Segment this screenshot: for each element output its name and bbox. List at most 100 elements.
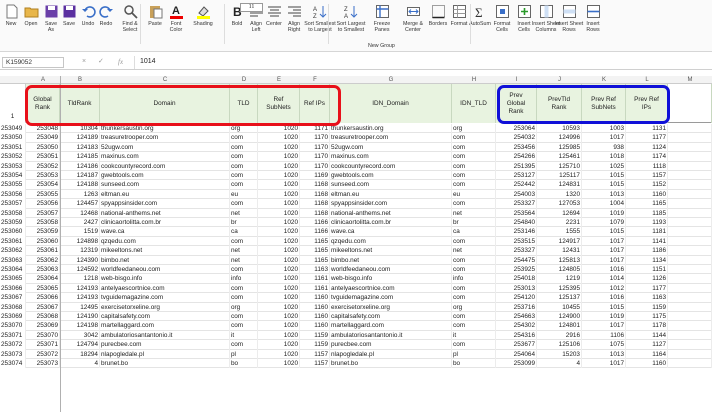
table-cell[interactable]: com — [230, 293, 258, 303]
table-cell[interactable]: 1168 — [300, 199, 330, 209]
table-cell[interactable]: tvguidemagazine.com — [330, 293, 452, 303]
table-cell[interactable]: com — [452, 312, 496, 322]
formula-input[interactable] — [134, 56, 710, 69]
table-cell[interactable]: bo — [452, 359, 496, 369]
open-folder-button[interactable]: Open — [22, 2, 40, 48]
table-cell[interactable]: 1185 — [626, 208, 668, 218]
empty-cell[interactable] — [668, 152, 712, 162]
table-cell[interactable]: 1161 — [300, 283, 330, 294]
row-number[interactable]: 253057 — [0, 199, 26, 209]
row-number[interactable]: 253074 — [0, 359, 26, 369]
table-cell[interactable]: 253146 — [496, 227, 537, 237]
table-cell[interactable]: nlapogledale.pl — [330, 349, 452, 359]
table-cell[interactable]: 124198 — [60, 321, 100, 331]
table-cell[interactable]: 1015 — [582, 171, 626, 181]
table-cell[interactable]: 125710 — [537, 161, 582, 171]
table-cell[interactable]: gwebtools.com — [330, 171, 452, 181]
table-cell[interactable]: exercisetorxeline.org — [330, 302, 452, 312]
table-cell[interactable]: maxinus.com — [100, 152, 230, 162]
table-cell[interactable]: 125813 — [537, 255, 582, 265]
table-cell[interactable]: 1134 — [626, 255, 668, 265]
table-cell[interactable]: net — [230, 246, 258, 256]
table-cell[interactable]: ambulatoriosantantonio.it — [100, 330, 230, 341]
new-file-button[interactable]: New — [2, 2, 20, 48]
empty-cell[interactable] — [668, 236, 712, 247]
table-cell[interactable]: 1165 — [300, 236, 330, 247]
table-cell[interactable]: 252442 — [496, 180, 537, 190]
table-cell[interactable]: 1016 — [582, 293, 626, 303]
table-cell[interactable]: clinicaortolitta.com.br — [330, 218, 452, 228]
table-cell[interactable]: 125395 — [537, 283, 582, 294]
table-cell[interactable]: 124188 — [60, 180, 100, 190]
column-letter[interactable]: A — [26, 76, 60, 84]
table-cell[interactable]: info — [452, 274, 496, 284]
autosum-button[interactable]: Σ AutoSum — [469, 2, 491, 48]
empty-cell[interactable] — [668, 246, 712, 256]
table-cell[interactable]: 253515 — [496, 236, 537, 247]
table-cell[interactable]: 125106 — [537, 340, 582, 350]
table-cell[interactable]: cookcountyrecord.com — [100, 161, 230, 171]
table-cell[interactable]: net — [230, 255, 258, 265]
empty-cell[interactable] — [668, 321, 712, 331]
table-cell[interactable]: 10304 — [60, 124, 100, 134]
table-cell[interactable]: 1017 — [582, 246, 626, 256]
table-cell[interactable]: 253071 — [26, 340, 60, 350]
table-cell[interactable]: 253013 — [496, 283, 537, 294]
table-cell[interactable]: 125137 — [537, 293, 582, 303]
empty-cell[interactable] — [668, 255, 712, 265]
table-cell[interactable]: 124190 — [60, 312, 100, 322]
table-cell[interactable]: 4 — [60, 359, 100, 369]
table-cell[interactable]: com — [452, 293, 496, 303]
table-cell[interactable]: 253062 — [26, 255, 60, 265]
table-cell[interactable]: 1131 — [626, 124, 668, 134]
table-cell[interactable]: tvguidemagazine.com — [100, 293, 230, 303]
table-cell[interactable]: 127053 — [537, 199, 582, 209]
font-color-button[interactable]: A Font Color — [166, 2, 186, 48]
table-cell[interactable]: bimbo.net — [100, 255, 230, 265]
empty-cell[interactable] — [668, 161, 712, 171]
table-cell[interactable]: eltman.eu — [100, 189, 230, 200]
row-number[interactable]: 253054 — [0, 171, 26, 181]
empty-cell[interactable] — [668, 359, 712, 369]
table-cell[interactable]: 253456 — [496, 142, 537, 153]
table-cell[interactable]: 253054 — [26, 180, 60, 190]
table-cell[interactable]: 253051 — [26, 152, 60, 162]
column-letter[interactable]: J — [537, 76, 582, 84]
table-cell[interactable]: net — [452, 246, 496, 256]
table-cell[interactable]: 124900 — [537, 312, 582, 322]
table-cell[interactable]: 12468 — [60, 208, 100, 218]
align-center-button[interactable]: Center — [265, 2, 283, 48]
table-cell[interactable]: 1152 — [626, 180, 668, 190]
table-cell[interactable]: 1165 — [300, 255, 330, 265]
table-cell[interactable]: 253063 — [26, 265, 60, 275]
table-cell[interactable]: 12431 — [537, 246, 582, 256]
table-cell[interactable]: 254266 — [496, 152, 537, 162]
table-cell[interactable]: worldfeedaneou.com — [330, 265, 452, 275]
table-cell[interactable]: antelyaescortnice.com — [100, 283, 230, 294]
table-cell[interactable]: 1118 — [626, 161, 668, 171]
table-cell[interactable]: com — [452, 236, 496, 247]
table-cell[interactable]: 1003 — [582, 124, 626, 134]
table-cell[interactable]: 1020 — [258, 293, 300, 303]
table-cell[interactable]: com — [230, 321, 258, 331]
row-number[interactable]: 253066 — [0, 283, 26, 294]
table-cell[interactable]: 1160 — [300, 312, 330, 322]
column-letter[interactable]: H — [452, 76, 496, 84]
table-cell[interactable]: 1013 — [582, 349, 626, 359]
column-header[interactable]: Prev Global Rank — [496, 84, 537, 123]
table-cell[interactable]: 10593 — [537, 124, 582, 134]
table-cell[interactable]: 253057 — [26, 208, 60, 218]
table-cell[interactable]: 124457 — [60, 199, 100, 209]
table-cell[interactable]: com — [452, 180, 496, 190]
empty-cell[interactable] — [668, 142, 712, 153]
table-cell[interactable]: mikeeltons.net — [100, 246, 230, 256]
table-cell[interactable]: 18294 — [60, 349, 100, 359]
table-cell[interactable]: 253048 — [26, 124, 60, 134]
table-cell[interactable]: 1263 — [60, 189, 100, 200]
empty-cell[interactable] — [668, 283, 712, 294]
table-cell[interactable]: 1014 — [582, 274, 626, 284]
table-cell[interactable]: 1141 — [626, 236, 668, 247]
table-cell[interactable]: sunseed.com — [100, 180, 230, 190]
row-number[interactable]: 253056 — [0, 189, 26, 200]
table-cell[interactable]: 253925 — [496, 265, 537, 275]
